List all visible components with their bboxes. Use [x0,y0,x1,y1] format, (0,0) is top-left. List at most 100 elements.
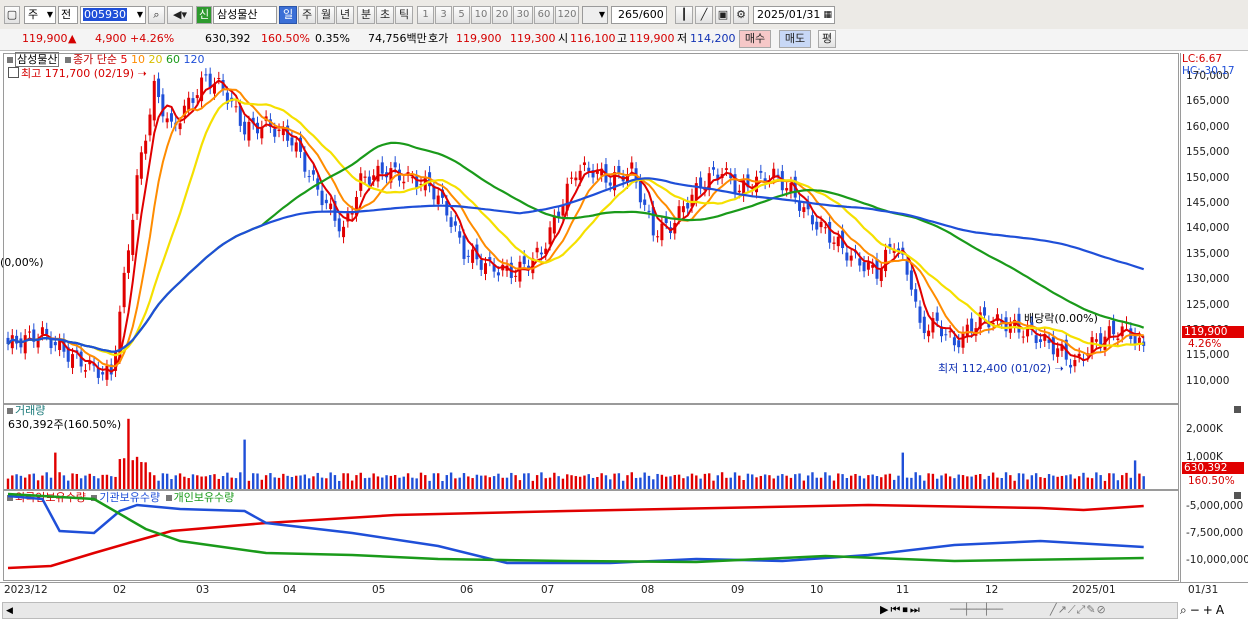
volume-bar [346,473,350,489]
volume-plot[interactable] [4,405,1178,489]
volume-bar [987,475,991,489]
candle-style-icon[interactable]: ┃ [675,6,693,24]
hc-label: HC:-30.17 [1182,65,1235,77]
calendar-icon[interactable]: ▦ [823,7,832,23]
last-volume-tag: 630,392 [1182,462,1244,474]
volume-bar [918,475,922,489]
candle-body [944,334,948,336]
interval-3-button[interactable]: 3 [435,6,452,24]
volume-bar [923,480,926,489]
period-day-button[interactable]: 일 [279,6,297,24]
holder-plot[interactable] [4,491,1178,580]
chevron-down-icon: ▼ [136,10,143,19]
close-pane-icon[interactable] [1234,492,1241,499]
price-y-label: 160,000 [1186,120,1230,133]
candle-body [294,142,298,152]
volume-bar [213,474,216,489]
playback-controls[interactable]: ▶⏮⏹⏭ [880,603,922,617]
candle-body [342,226,346,238]
volume-bar [712,480,715,489]
volume-bar [751,474,754,489]
interval-5-button[interactable]: 5 [453,6,470,24]
volume-bar [669,476,672,489]
period-second-button[interactable]: 초 [376,6,394,24]
ma-20-line [7,98,1144,357]
candle-body [832,242,836,244]
drawing-tools-icons[interactable]: ╱↗⟋⤢✎⊘ [1050,603,1107,617]
volume-bar [492,476,496,489]
volume-bar [656,473,659,489]
interval-10-button[interactable]: 10 [471,6,491,24]
volume-bar [105,474,109,489]
interval-1-button[interactable]: 1 [417,6,434,24]
price-plot[interactable] [4,54,1178,403]
volume-bar [875,476,879,489]
volume-bar [1112,473,1115,489]
stock-code-input[interactable]: 005930 ▼ [80,6,146,24]
speaker-icon[interactable]: ◀▾ [167,6,193,24]
candle-body [28,331,32,333]
window-menu-icon[interactable]: ▢ [4,6,20,24]
chart-area[interactable]: 삼성물산 종가 단순 5 10 20 60 120 최고 171,700 (02… [0,51,1248,621]
period-minute-button[interactable]: 분 [357,6,375,24]
volume-bar [208,475,212,489]
date-input[interactable]: 2025/01/31 ▦ [753,6,835,24]
close-pane-icon[interactable] [1234,406,1241,413]
period-year-button[interactable]: 년 [336,6,354,24]
main-toolbar: ▢ 주 ▼ 전 005930 ▼ ⌕ ◀▾ 신 삼성물산 일 주 월 년 분 초 틱… [0,0,1248,30]
interval-30-button[interactable]: 30 [513,6,533,24]
zoom-slider[interactable]: ──┼──┼── [950,603,1003,617]
candle-body [983,307,987,316]
volume-bar [363,478,367,489]
candle-body [914,289,918,302]
period-week-button[interactable]: 주 [298,6,316,24]
last-volume-pct: 160.50% [1188,475,1235,487]
candle-body [970,318,974,332]
volume-bar [1138,473,1141,489]
scroll-left-icon[interactable]: ◀ [6,604,13,618]
bar-count-value: 265 [618,8,639,21]
bar-count-input[interactable]: 265/600 [611,6,667,24]
volume-bar [312,476,315,489]
sell-button[interactable]: 매도 [779,30,811,48]
market-select[interactable]: 전 [58,6,78,24]
volume-bar [811,472,814,489]
gear-icon[interactable]: ⚙ [733,6,749,24]
candle-body [759,171,763,173]
volume-bar [591,477,595,489]
volume-bar [221,476,225,489]
volume-bar [574,476,578,489]
type-select[interactable]: 주 ▼ [24,6,56,24]
interval-20-button[interactable]: 20 [492,6,512,24]
volume-bar [419,472,423,489]
volume-bar [471,478,474,489]
volume-bar [867,475,870,489]
volume-bar [527,473,530,489]
volume-bar [523,473,526,489]
x-label: 02 [113,584,127,596]
draw-tool-icon[interactable]: ╱ [695,6,713,24]
volume-bar [140,462,143,489]
candle-body [1077,353,1081,357]
save-icon[interactable]: ▣ [715,6,731,24]
stock-name-field[interactable]: 삼성물산 [213,6,277,24]
custom-interval-select[interactable]: ▼ [582,6,608,24]
open-price: 116,100 [570,32,616,45]
volume-bar [690,473,694,489]
period-tick-button[interactable]: 틱 [395,6,413,24]
period-month-button[interactable]: 월 [317,6,335,24]
volume-bar [806,475,810,489]
zoom-controls[interactable]: ⌕−+A [1180,603,1227,617]
buy-button[interactable]: 매수 [739,30,771,48]
volume-bar [1133,460,1137,489]
interval-60-button[interactable]: 60 [534,6,554,24]
x-label: 05 [372,584,386,596]
volume-bar [570,475,573,489]
volume-bar [553,472,556,489]
volume-bar [449,472,453,489]
interval-120-button[interactable]: 120 [555,6,579,24]
candle-body [367,176,371,185]
x-label: 12 [985,584,999,596]
search-icon[interactable]: ⌕ [148,6,165,24]
eval-button[interactable]: 평 [818,30,836,48]
